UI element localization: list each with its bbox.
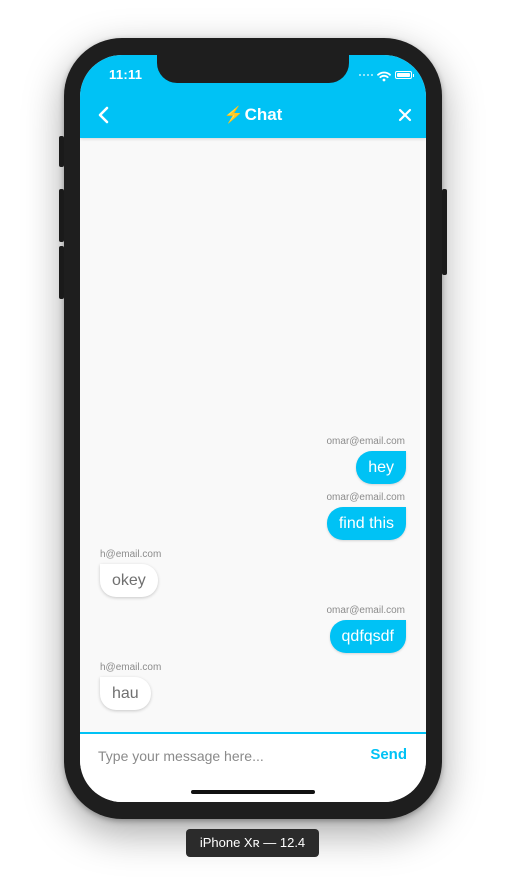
message-sender: h@email.com bbox=[100, 549, 162, 560]
send-button[interactable]: Send bbox=[370, 746, 407, 763]
message-sender: omar@email.com bbox=[326, 605, 405, 616]
message-item: h@email.com hau bbox=[80, 662, 426, 710]
device-label: iPhone Xʀ — 12.4 bbox=[186, 829, 319, 857]
chat-title: ⚡Chat bbox=[80, 105, 426, 125]
chat-title-text: Chat bbox=[244, 105, 283, 124]
device-notch bbox=[157, 55, 349, 83]
close-icon bbox=[398, 108, 412, 122]
message-bubble: okey bbox=[100, 564, 158, 597]
signal-icon bbox=[359, 73, 373, 76]
battery-icon bbox=[395, 70, 414, 79]
message-item: omar@email.com hey bbox=[80, 436, 426, 484]
status-icons bbox=[359, 69, 414, 82]
app-header: 11:11 ⚡Chat bbox=[80, 55, 426, 138]
message-sender: omar@email.com bbox=[326, 492, 405, 503]
message-bubble: qdfqsdf bbox=[329, 620, 406, 653]
side-button-power bbox=[442, 189, 447, 275]
message-item: omar@email.com find this bbox=[80, 492, 426, 540]
side-button-mute bbox=[59, 136, 64, 167]
message-bubble: find this bbox=[326, 507, 406, 540]
message-item: h@email.com okey bbox=[80, 549, 426, 597]
simulator-stage: 11:11 ⚡Chat omar@email.com hey omar@emai… bbox=[0, 0, 506, 893]
phone-screen: 11:11 ⚡Chat omar@email.com hey omar@emai… bbox=[80, 55, 426, 802]
wifi-icon bbox=[377, 69, 391, 82]
side-button-volume-down bbox=[59, 246, 64, 299]
message-item: omar@email.com qdfqsdf bbox=[80, 605, 426, 653]
status-time: 11:11 bbox=[109, 67, 143, 82]
message-list[interactable]: omar@email.com hey omar@email.com find t… bbox=[80, 138, 426, 732]
message-sender: omar@email.com bbox=[326, 436, 405, 447]
message-bubble: hau bbox=[100, 677, 151, 710]
message-sender: h@email.com bbox=[100, 662, 162, 673]
lightning-icon: ⚡ bbox=[223, 107, 244, 124]
close-button[interactable] bbox=[398, 108, 412, 122]
message-input[interactable] bbox=[96, 744, 350, 768]
side-button-volume-up bbox=[59, 189, 64, 242]
message-bubble: hey bbox=[356, 451, 406, 484]
home-indicator[interactable] bbox=[191, 790, 315, 794]
